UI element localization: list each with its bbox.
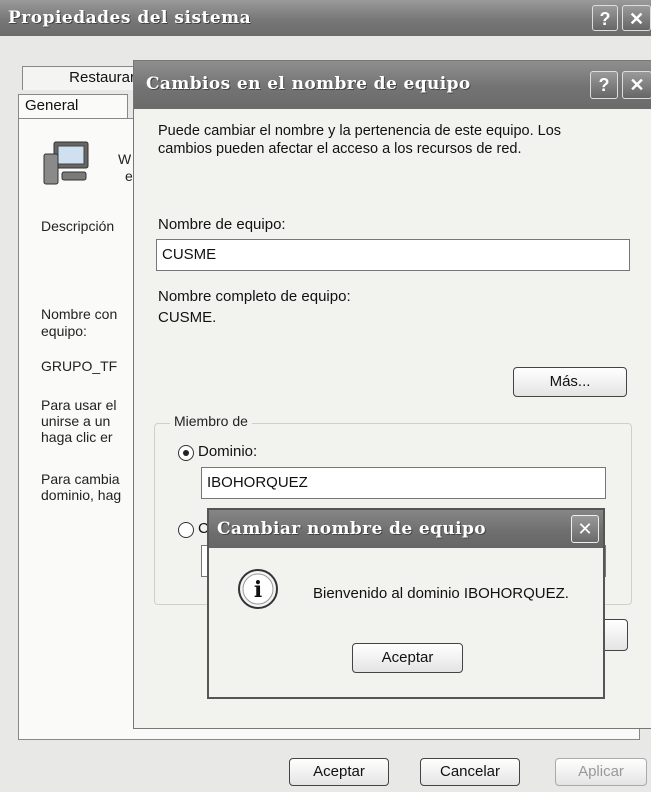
close-button[interactable]: ✕ (571, 515, 599, 543)
computer-name-label: Nombre de equipo: (158, 216, 286, 233)
full-computer-name-value: CUSME. (158, 309, 217, 326)
message-ok-button[interactable]: Aceptar (352, 643, 463, 673)
left-text-1: W (118, 151, 132, 167)
system-properties-titlebar: Propiedades del sistema ? ✕ (0, 0, 651, 36)
full-name-label-2: equipo: (41, 323, 87, 339)
computer-name-input[interactable]: CUSME (156, 239, 630, 271)
welcome-message: Bienvenido al dominio IBOHORQUEZ. (313, 585, 569, 602)
info-icon: i (238, 569, 278, 609)
info-text-5: dominio, hag (41, 487, 122, 503)
full-name-label: Nombre con (41, 306, 118, 322)
full-computer-name-label: Nombre completo de equipo: (158, 288, 351, 305)
close-button[interactable]: ✕ (622, 71, 651, 99)
rename-message-box: Cambiar nombre de equipo ✕ i Bienvenido … (207, 508, 605, 699)
computer-icon (43, 141, 89, 185)
help-button[interactable]: ? (592, 5, 618, 31)
info-text-2: unirse a un (41, 413, 111, 429)
domain-input[interactable]: IBOHORQUEZ (201, 467, 606, 499)
tab-restaurar[interactable]: Restaurar (22, 66, 142, 90)
window-title: Propiedades del sistema (8, 8, 252, 28)
ok-button[interactable]: Aceptar (289, 758, 389, 786)
apply-button[interactable]: Aplicar (555, 758, 647, 786)
help-button[interactable]: ? (590, 71, 618, 99)
info-text-3: haga clic er (41, 429, 113, 445)
message-box-titlebar: Cambiar nombre de equipo ✕ (209, 510, 603, 548)
workgroup-value: GRUPO_TF (41, 358, 118, 374)
dialog-titlebar: Cambios en el nombre de equipo ? ✕ (134, 61, 651, 109)
workgroup-radio[interactable] (178, 522, 194, 538)
svg-text:i: i (254, 577, 262, 603)
dialog-title: Cambios en el nombre de equipo (146, 74, 471, 94)
more-button[interactable]: Más... (513, 367, 627, 397)
tab-general[interactable]: General (18, 94, 128, 119)
info-text-1: Para usar el (41, 397, 117, 413)
intro-text-line-1: Puede cambiar el nombre y la pertenencia… (158, 123, 562, 139)
close-button[interactable]: ✕ (622, 5, 651, 31)
domain-radio-label: Dominio: (198, 443, 258, 460)
info-text-4: Para cambia (41, 471, 120, 487)
radio-selected-dot (183, 450, 189, 456)
message-box-title: Cambiar nombre de equipo (217, 519, 486, 539)
member-of-label: Miembro de (170, 413, 252, 429)
cancel-button[interactable]: Cancelar (420, 758, 520, 786)
domain-radio[interactable] (178, 445, 194, 461)
intro-text-line-2: cambios pueden afectar el acceso a los r… (158, 141, 522, 157)
description-label: Descripción (41, 218, 115, 234)
